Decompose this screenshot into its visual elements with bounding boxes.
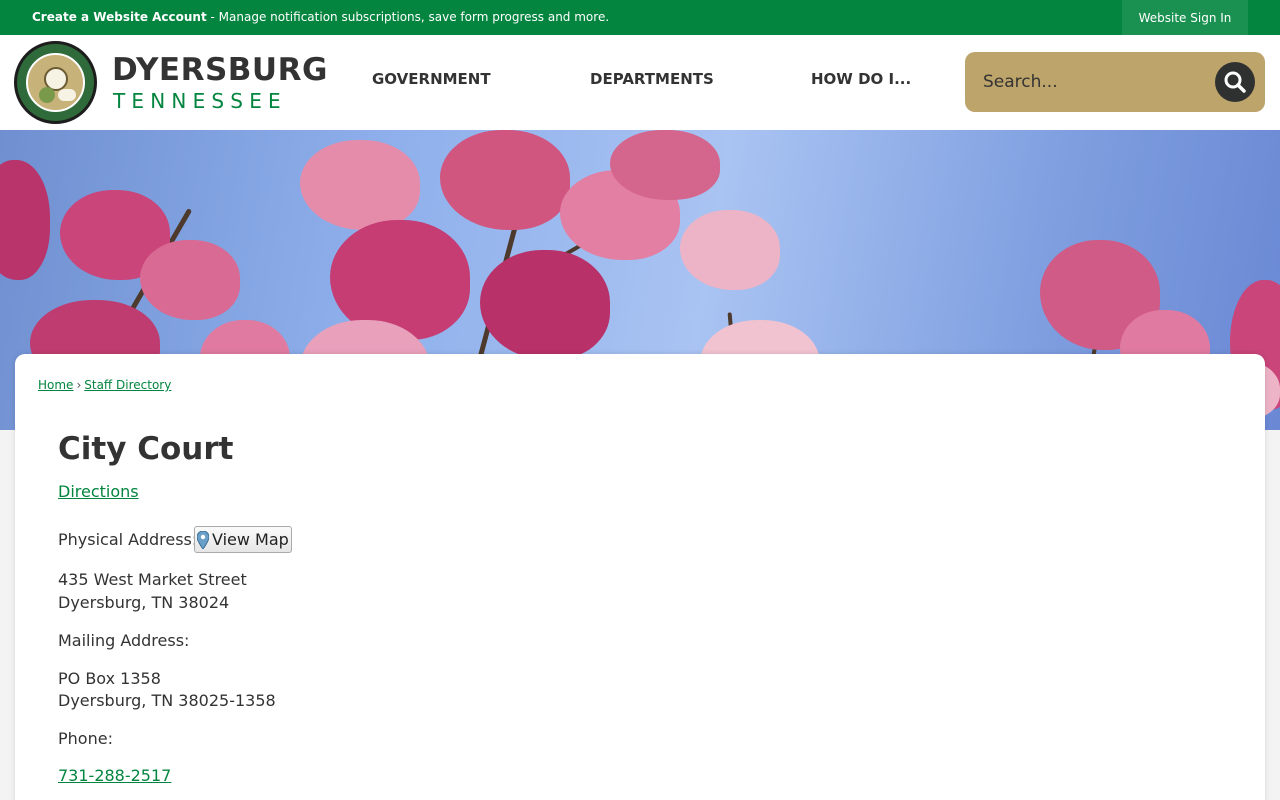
account-message: Create a Website Account - Manage notifi…	[32, 10, 609, 24]
breadcrumb: Home › Staff Directory	[38, 378, 171, 392]
search-box	[965, 52, 1265, 112]
breadcrumb-separator: ›	[76, 378, 82, 392]
search-input[interactable]	[983, 67, 1203, 97]
physical-address-line1: 435 West Market Street	[58, 570, 247, 589]
view-map-button[interactable]: View Map	[194, 526, 292, 553]
map-pin-icon	[197, 530, 209, 549]
mailing-address-line2: Dyersburg, TN 38025-1358	[58, 691, 276, 710]
flower-petal	[480, 250, 610, 360]
nav-how-do-i[interactable]: HOW DO I...	[811, 70, 911, 88]
breadcrumb-home-link[interactable]: Home	[38, 378, 73, 392]
mailing-address-label: Mailing Address:	[58, 631, 190, 650]
website-sign-in-button[interactable]: Website Sign In	[1122, 0, 1248, 35]
city-seal-logo[interactable]	[14, 41, 97, 124]
view-map-label: View Map	[212, 530, 289, 549]
brand-title[interactable]: DYERSBURG	[112, 52, 328, 88]
physical-address-line2: Dyersburg, TN 38024	[58, 593, 230, 612]
seal-animal	[58, 89, 76, 101]
nav-government[interactable]: GOVERNMENT	[372, 70, 491, 88]
phone-label: Phone:	[58, 729, 113, 748]
brand-subtitle[interactable]: TENNESSEE	[113, 89, 287, 113]
directions-link[interactable]: Directions	[58, 482, 139, 501]
flower-petal	[440, 130, 570, 230]
search-icon	[1224, 71, 1246, 93]
search-button[interactable]	[1215, 62, 1255, 102]
account-message-text: - Manage notification subscriptions, sav…	[206, 10, 610, 24]
physical-address-label: Physical Address:	[58, 530, 198, 549]
create-account-link[interactable]: Create a Website Account	[32, 10, 207, 24]
phone-link[interactable]: 731-288-2517	[58, 766, 171, 785]
site-header: DYERSBURG TENNESSEE GOVERNMENT DEPARTMEN…	[0, 35, 1280, 130]
nav-departments[interactable]: DEPARTMENTS	[590, 70, 714, 88]
page-title: City Court	[58, 431, 234, 467]
seal-leaf	[39, 87, 55, 103]
content-card: Home › Staff Directory City Court Directio…	[15, 354, 1265, 800]
flower-petal	[610, 130, 720, 200]
flower-petal	[0, 160, 50, 280]
top-notification-bar: Create a Website Account - Manage notifi…	[0, 0, 1280, 35]
flower-petal	[680, 210, 780, 290]
breadcrumb-staff-directory-link[interactable]: Staff Directory	[84, 378, 171, 392]
flower-petal	[140, 240, 240, 320]
mailing-address-line1: PO Box 1358	[58, 669, 161, 688]
seal-inner	[26, 53, 85, 112]
flower-petal	[300, 140, 420, 230]
